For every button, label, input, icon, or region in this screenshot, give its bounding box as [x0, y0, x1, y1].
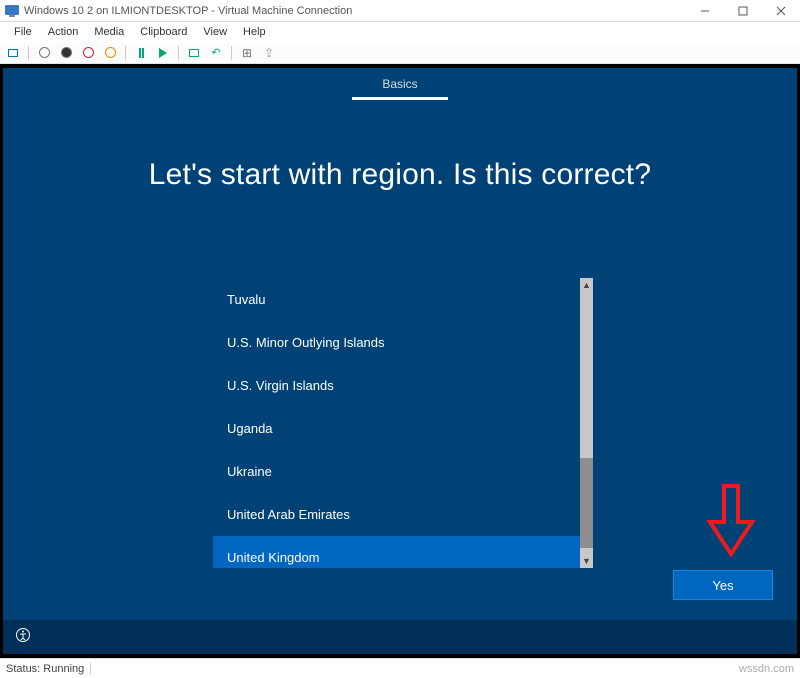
statusbar: Status: Running wssdn.com: [0, 658, 800, 678]
window-controls: [686, 0, 800, 21]
scroll-thumb[interactable]: [580, 458, 593, 548]
region-scrollbar[interactable]: ▲ ▼: [580, 278, 593, 568]
region-item-selected[interactable]: United Kingdom: [213, 536, 580, 568]
shutdown-button[interactable]: [79, 44, 97, 62]
region-item[interactable]: Ukraine: [213, 450, 580, 493]
pause-button[interactable]: [132, 44, 150, 62]
toolbar-separator: [28, 46, 29, 60]
turnoff-button[interactable]: [57, 44, 75, 62]
accessibility-icon[interactable]: [15, 627, 31, 648]
menubar: File Action Media Clipboard View Help: [0, 22, 800, 42]
status-text: Status: Running: [6, 663, 84, 675]
vm-display: Basics Let's start with region. Is this …: [0, 64, 800, 658]
oobe-heading: Let's start with region. Is this correct…: [3, 158, 797, 192]
checkpoint-button[interactable]: [185, 44, 203, 62]
toolbar-separator: [125, 46, 126, 60]
menu-media[interactable]: Media: [86, 24, 132, 40]
oobe-footer: [3, 620, 797, 654]
region-item[interactable]: United Arab Emirates: [213, 493, 580, 536]
toolbar: ↶ ⊞ ⇪: [0, 42, 800, 64]
minimize-button[interactable]: [686, 0, 724, 21]
window-titlebar: Windows 10 2 on ILMIONTDESKTOP - Virtual…: [0, 0, 800, 22]
toolbar-separator: [178, 46, 179, 60]
oobe-screen[interactable]: Basics Let's start with region. Is this …: [3, 68, 797, 654]
menu-action[interactable]: Action: [40, 24, 87, 40]
menu-view[interactable]: View: [195, 24, 235, 40]
region-item[interactable]: Uganda: [213, 407, 580, 450]
oobe-tabs: Basics: [3, 68, 797, 100]
reset-button[interactable]: [154, 44, 172, 62]
maximize-button[interactable]: [724, 0, 762, 21]
watermark-text: wssdn.com: [739, 663, 794, 675]
share-button[interactable]: ⇪: [260, 44, 278, 62]
region-item[interactable]: U.S. Minor Outlying Islands: [213, 321, 580, 364]
close-button[interactable]: [762, 0, 800, 21]
region-list-container: Tuvalu U.S. Minor Outlying Islands U.S. …: [213, 278, 593, 568]
scroll-down-button[interactable]: ▼: [580, 554, 593, 568]
start-button[interactable]: [35, 44, 53, 62]
ctrl-alt-del-button[interactable]: [4, 44, 22, 62]
save-button[interactable]: [101, 44, 119, 62]
region-list[interactable]: Tuvalu U.S. Minor Outlying Islands U.S. …: [213, 278, 580, 568]
enhanced-session-button[interactable]: ⊞: [238, 44, 256, 62]
region-item[interactable]: Tuvalu: [213, 278, 580, 321]
tab-basics[interactable]: Basics: [352, 71, 447, 100]
menu-clipboard[interactable]: Clipboard: [132, 24, 195, 40]
region-item[interactable]: U.S. Virgin Islands: [213, 364, 580, 407]
window-title: Windows 10 2 on ILMIONTDESKTOP - Virtual…: [24, 5, 686, 17]
scroll-up-button[interactable]: ▲: [580, 278, 593, 292]
yes-button[interactable]: Yes: [673, 570, 773, 600]
statusbar-separator: [90, 663, 91, 675]
menu-file[interactable]: File: [6, 24, 40, 40]
menu-help[interactable]: Help: [235, 24, 274, 40]
toolbar-separator: [231, 46, 232, 60]
app-icon: [4, 3, 20, 19]
revert-button[interactable]: ↶: [207, 44, 225, 62]
